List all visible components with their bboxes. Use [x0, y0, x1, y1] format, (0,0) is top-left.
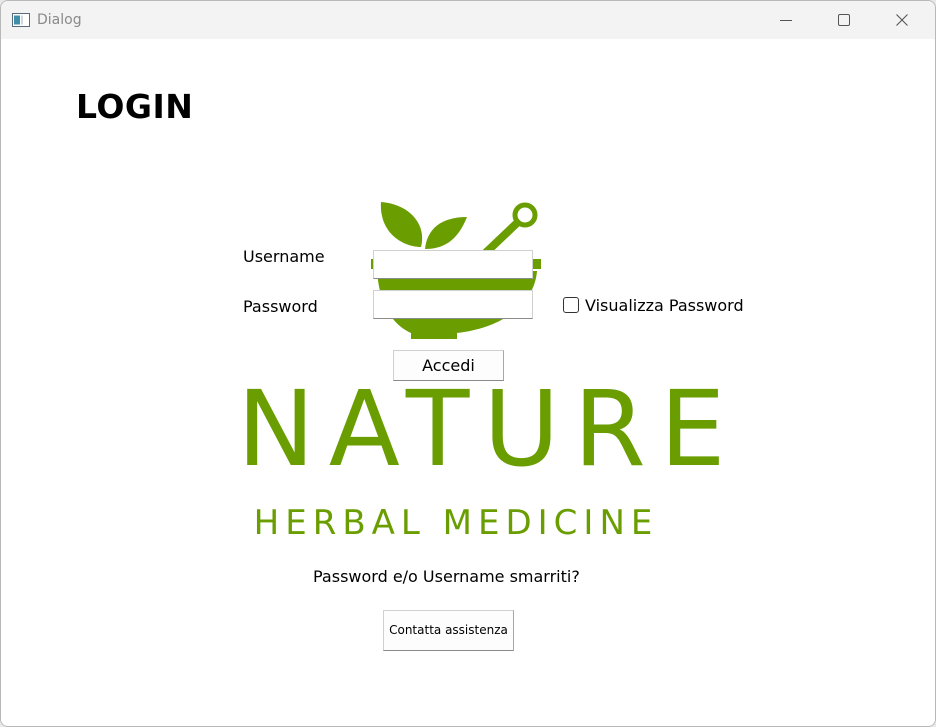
login-button[interactable]: Accedi — [393, 350, 504, 381]
logo-wordmark: NATURE — [237, 368, 740, 490]
dialog-content: LOGIN NATURE HERBAL MEDICINE Username Pa… — [1, 39, 935, 726]
maximize-icon — [838, 14, 850, 26]
lost-credentials-text: Password e/o Username smarriti? — [313, 567, 580, 586]
password-field[interactable] — [373, 290, 533, 319]
checkbox-box[interactable] — [563, 297, 579, 313]
show-password-label: Visualizza Password — [585, 296, 744, 315]
close-button[interactable] — [879, 1, 925, 39]
minimize-icon — [780, 20, 792, 21]
app-window-icon — [12, 13, 30, 27]
logo-tagline: HERBAL MEDICINE — [253, 503, 659, 543]
password-label: Password — [243, 297, 318, 316]
dialog-window: Dialog LOGIN NATURE HERBAL MEDICINE User… — [0, 0, 936, 727]
close-icon — [896, 14, 908, 26]
title-bar[interactable]: Dialog — [1, 1, 935, 39]
maximize-button[interactable] — [821, 1, 867, 39]
username-label: Username — [243, 247, 325, 266]
page-title: LOGIN — [76, 87, 194, 126]
username-field[interactable] — [373, 250, 533, 279]
window-title: Dialog — [37, 12, 82, 28]
contact-support-button[interactable]: Contatta assistenza — [383, 610, 514, 651]
minimize-button[interactable] — [763, 1, 809, 39]
